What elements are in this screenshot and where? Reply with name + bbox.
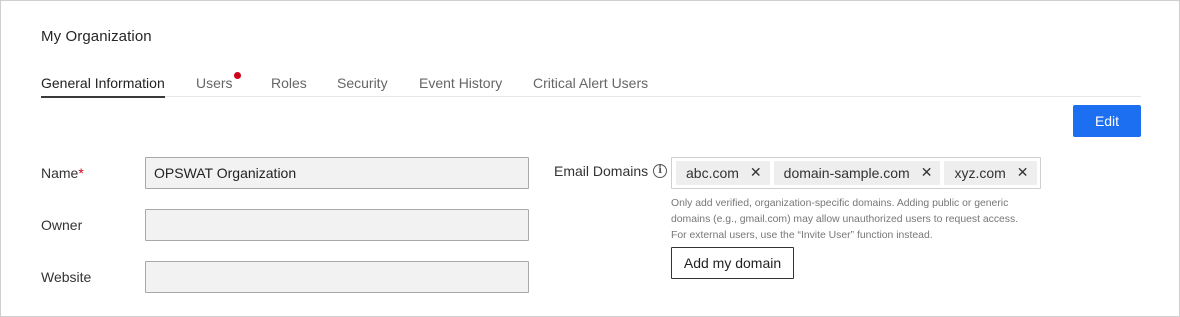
domain-tag: domain-sample.com ✕ — [773, 161, 941, 185]
owner-label: Owner — [41, 217, 83, 233]
email-domains-label: Email Domains i — [554, 163, 668, 179]
close-icon[interactable]: ✕ — [1017, 166, 1029, 180]
close-icon[interactable]: ✕ — [750, 166, 762, 180]
tab-bar: General Information Users Roles Security… — [41, 72, 1141, 98]
tab-label: Roles — [271, 75, 307, 91]
close-icon[interactable]: ✕ — [921, 166, 933, 180]
email-domains-label-text: Email Domains — [554, 163, 649, 179]
tab-roles[interactable]: Roles — [271, 75, 307, 97]
info-circle-icon[interactable]: i — [653, 164, 668, 178]
name-field[interactable] — [145, 157, 529, 189]
help-line: For external users, use the “Invite User… — [671, 230, 933, 241]
tab-event-history[interactable]: Event History — [419, 75, 502, 97]
page-title: My Organization — [41, 28, 152, 45]
domain-tag-label: domain-sample.com — [783, 165, 910, 181]
help-line: domains (e.g., gmail.com) may allow unau… — [671, 214, 1019, 225]
tab-label: Users — [196, 75, 233, 91]
required-mark: * — [78, 165, 84, 181]
tab-label: Critical Alert Users — [533, 75, 649, 91]
name-label-text: Name — [41, 165, 79, 181]
website-field[interactable] — [145, 261, 529, 293]
help-line: Only add verified, organization-specific… — [671, 198, 1009, 209]
domain-tag: xyz.com ✕ — [944, 161, 1037, 185]
tab-users[interactable]: Users — [196, 72, 241, 97]
edit-button[interactable]: Edit — [1073, 105, 1141, 137]
name-label: Name* — [41, 165, 84, 181]
tab-label: Event History — [419, 75, 503, 91]
add-my-domain-button[interactable]: Add my domain — [671, 247, 794, 279]
email-domains-input[interactable]: abc.com ✕ domain-sample.com ✕ xyz.com ✕ — [671, 157, 1041, 189]
tab-security[interactable]: Security — [337, 75, 388, 97]
email-domains-help-text: Only add verified, organization-specific… — [671, 196, 1051, 244]
tab-label: Security — [337, 75, 388, 91]
notification-dot — [233, 72, 241, 79]
domain-tag: abc.com ✕ — [676, 161, 770, 185]
domain-tag-label: xyz.com — [954, 165, 1006, 181]
tab-critical-alert-users[interactable]: Critical Alert Users — [533, 75, 648, 97]
organization-panel: My Organization General Information User… — [0, 0, 1180, 317]
tab-label: General Information — [41, 75, 165, 91]
domain-tag-label: abc.com — [686, 165, 739, 181]
owner-field[interactable] — [145, 209, 529, 241]
website-label: Website — [41, 269, 92, 285]
tab-general-information[interactable]: General Information — [41, 75, 165, 98]
